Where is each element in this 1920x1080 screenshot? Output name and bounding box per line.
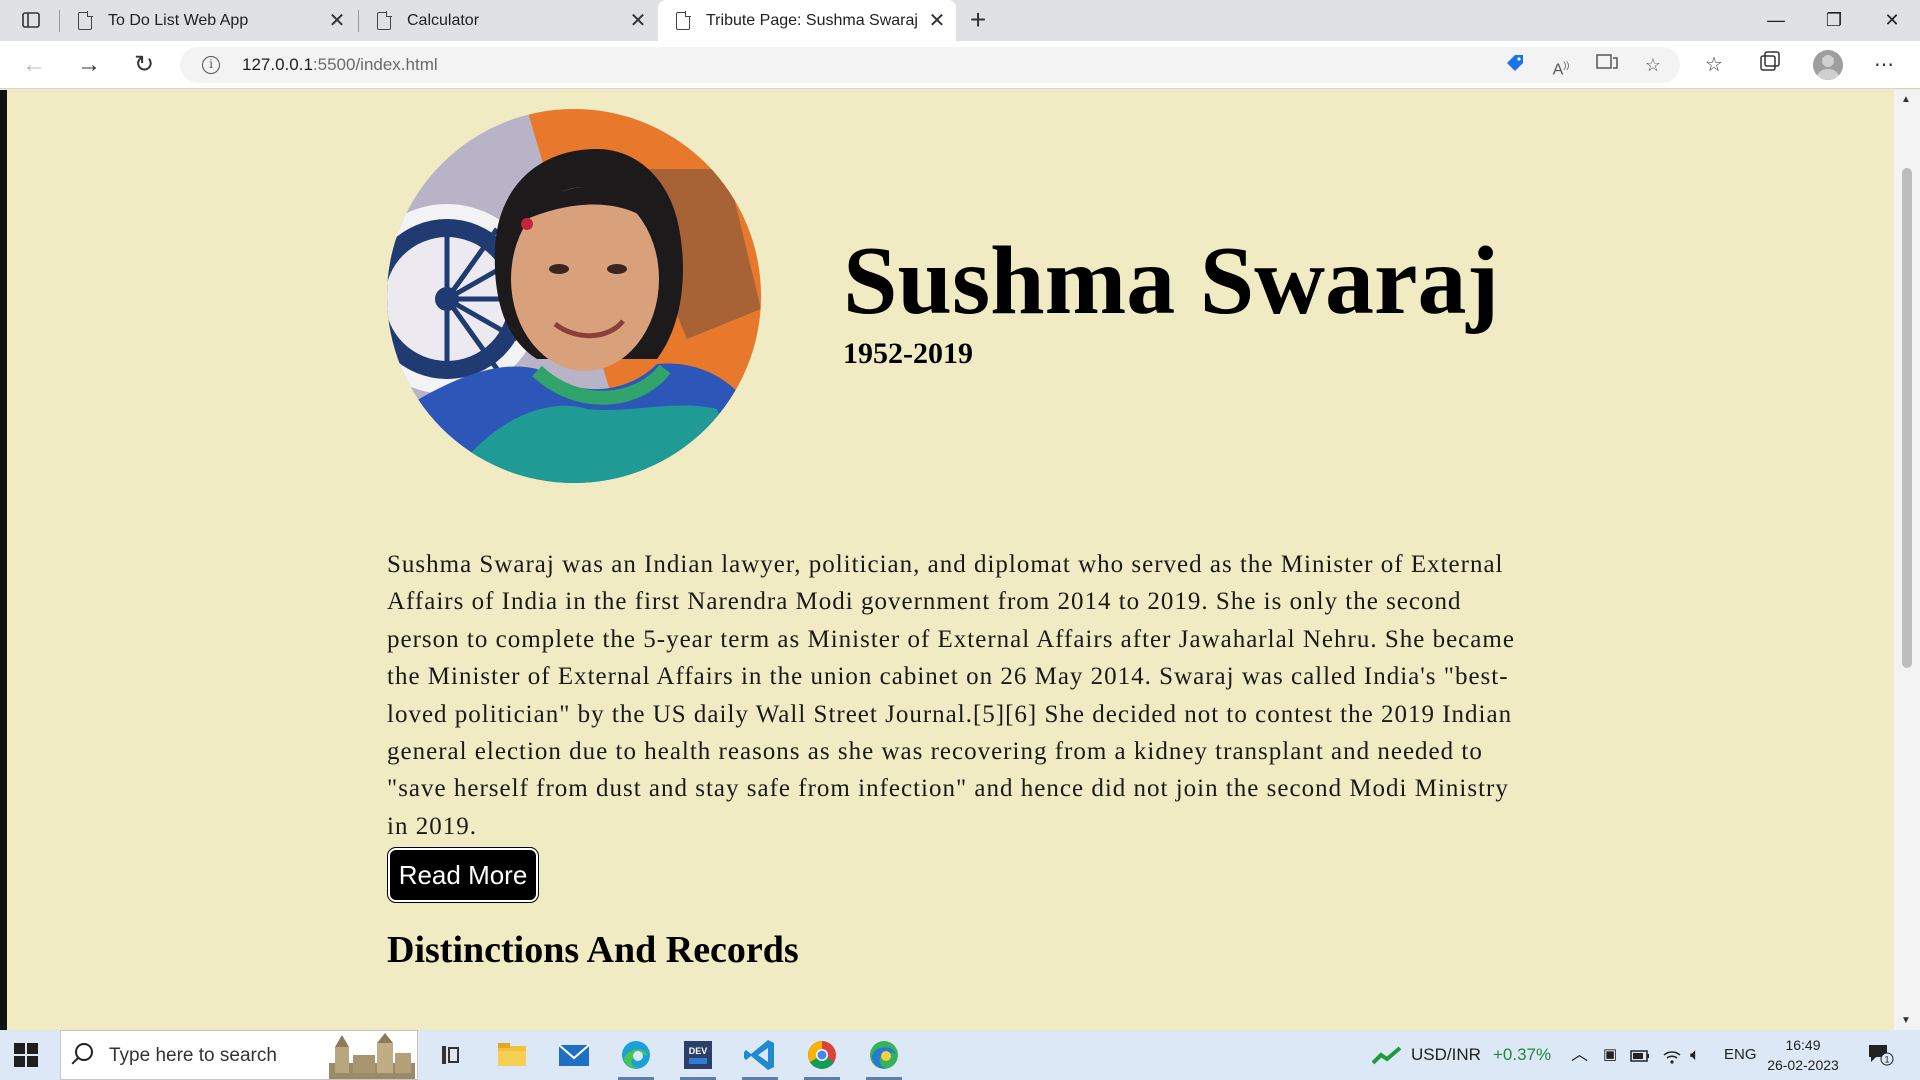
address-bar[interactable]: i 127.0.0.1:5500/index.html A)) ☆ bbox=[180, 47, 1680, 83]
ticker-change[interactable]: +0.37% bbox=[1493, 1030, 1551, 1080]
scroll-down-arrow-icon[interactable]: ▼ bbox=[1901, 1015, 1911, 1026]
immersive-reader-icon[interactable] bbox=[1594, 52, 1620, 78]
tab-actions-button[interactable] bbox=[14, 8, 48, 32]
search-highlight-cathedral-icon bbox=[329, 1033, 415, 1079]
edge-beta-icon[interactable] bbox=[862, 1034, 906, 1080]
file-explorer-icon[interactable] bbox=[490, 1034, 534, 1076]
scroll-up-arrow-icon[interactable]: ▲ bbox=[1901, 94, 1911, 105]
tab-title: Tribute Page: Sushma Swaraj bbox=[706, 11, 918, 29]
windows-taskbar: Type here to search DEV USD/INR +0.37% ︿… bbox=[0, 1030, 1920, 1080]
url-text[interactable]: 127.0.0.1:5500/index.html bbox=[242, 55, 438, 75]
back-button[interactable]: ← bbox=[16, 49, 52, 81]
language-indicator[interactable]: ENG bbox=[1724, 1030, 1757, 1080]
tab-title: To Do List Web App bbox=[108, 11, 249, 29]
tribute-page: Sushma Swaraj 1952-2019 Sushma Swaraj wa… bbox=[0, 90, 1894, 1030]
tab-actions-icon bbox=[22, 12, 40, 28]
show-hidden-icons-icon[interactable]: ︿ bbox=[1571, 1030, 1588, 1080]
scroll-thumb[interactable] bbox=[1902, 168, 1912, 668]
volume-icon[interactable]: 🔈︎ bbox=[1690, 1030, 1700, 1080]
favorites-icon[interactable]: ☆ bbox=[1699, 50, 1729, 80]
clock-time: 16:49 bbox=[1785, 1037, 1821, 1053]
collections-icon[interactable] bbox=[1755, 50, 1785, 80]
new-tab-button[interactable]: + bbox=[962, 4, 994, 36]
meet-now-icon[interactable]: ▣ bbox=[1603, 1030, 1617, 1080]
more-options-icon[interactable]: ⋯ bbox=[1869, 50, 1899, 80]
page-scrollbar[interactable]: ▲ ▼ bbox=[1894, 90, 1920, 1030]
tab-todo[interactable]: To Do List Web App ✕ bbox=[60, 0, 356, 41]
forward-button[interactable]: → bbox=[71, 49, 107, 81]
edge-browser-icon[interactable] bbox=[614, 1034, 658, 1080]
minimize-button[interactable]: — bbox=[1748, 0, 1804, 41]
svg-text:DEV: DEV bbox=[689, 1046, 708, 1056]
clock[interactable]: 16:49 26-02-2023 bbox=[1766, 1035, 1840, 1075]
shopping-tag-icon[interactable] bbox=[1502, 52, 1528, 78]
dev-app-icon[interactable]: DEV bbox=[676, 1034, 720, 1080]
close-tab-icon[interactable]: ✕ bbox=[324, 8, 350, 33]
browser-toolbar: ← → ↻ i 127.0.0.1:5500/index.html A)) ☆ … bbox=[0, 41, 1920, 89]
vscode-icon[interactable] bbox=[738, 1034, 782, 1080]
read-more-button[interactable]: Read More bbox=[387, 847, 539, 903]
page-icon bbox=[676, 10, 691, 30]
section-title: Distinctions And Records bbox=[387, 929, 799, 971]
bio-paragraph: Sushma Swaraj was an Indian lawyer, poli… bbox=[387, 551, 1515, 840]
start-button[interactable] bbox=[14, 1043, 38, 1067]
page-icon bbox=[377, 10, 392, 30]
chrome-icon[interactable] bbox=[800, 1034, 844, 1080]
task-view-icon[interactable] bbox=[428, 1034, 472, 1076]
life-years: 1952-2019 bbox=[843, 337, 973, 370]
portrait-image bbox=[387, 109, 761, 483]
clock-date: 26-02-2023 bbox=[1767, 1057, 1839, 1073]
profile-avatar[interactable] bbox=[1813, 50, 1843, 80]
close-tab-icon[interactable]: ✕ bbox=[625, 8, 651, 33]
taskbar-search-box[interactable]: Type here to search bbox=[60, 1030, 418, 1080]
read-aloud-icon[interactable]: A)) bbox=[1548, 52, 1574, 78]
search-placeholder: Type here to search bbox=[109, 1045, 277, 1066]
ticker-name[interactable]: USD/INR bbox=[1411, 1030, 1481, 1080]
plus-icon: + bbox=[969, 4, 987, 35]
search-icon bbox=[75, 1043, 93, 1061]
notification-center-icon[interactable]: 1 bbox=[1868, 1044, 1894, 1066]
site-info-icon[interactable]: i bbox=[202, 56, 220, 74]
tab-title: Calculator bbox=[407, 11, 480, 29]
stock-trend-icon[interactable] bbox=[1371, 1030, 1402, 1080]
mail-icon[interactable] bbox=[552, 1034, 596, 1076]
add-favorite-icon[interactable]: ☆ bbox=[1640, 52, 1666, 78]
wifi-icon[interactable] bbox=[1662, 1030, 1682, 1080]
restore-button[interactable]: ❐ bbox=[1806, 0, 1862, 41]
page-title: Sushma Swaraj bbox=[843, 227, 1500, 335]
notification-count: 1 bbox=[1884, 1055, 1889, 1065]
battery-icon[interactable] bbox=[1630, 1030, 1650, 1080]
page-icon bbox=[78, 10, 93, 30]
tab-strip: To Do List Web App ✕ Calculator ✕ Tribut… bbox=[0, 0, 1920, 41]
close-window-button[interactable]: ✕ bbox=[1864, 0, 1920, 41]
tab-calculator[interactable]: Calculator ✕ bbox=[359, 0, 657, 41]
close-tab-icon[interactable]: ✕ bbox=[924, 8, 950, 33]
tab-tribute-page[interactable]: Tribute Page: Sushma Swaraj ✕ bbox=[658, 0, 956, 41]
reload-button[interactable]: ↻ bbox=[126, 49, 162, 81]
